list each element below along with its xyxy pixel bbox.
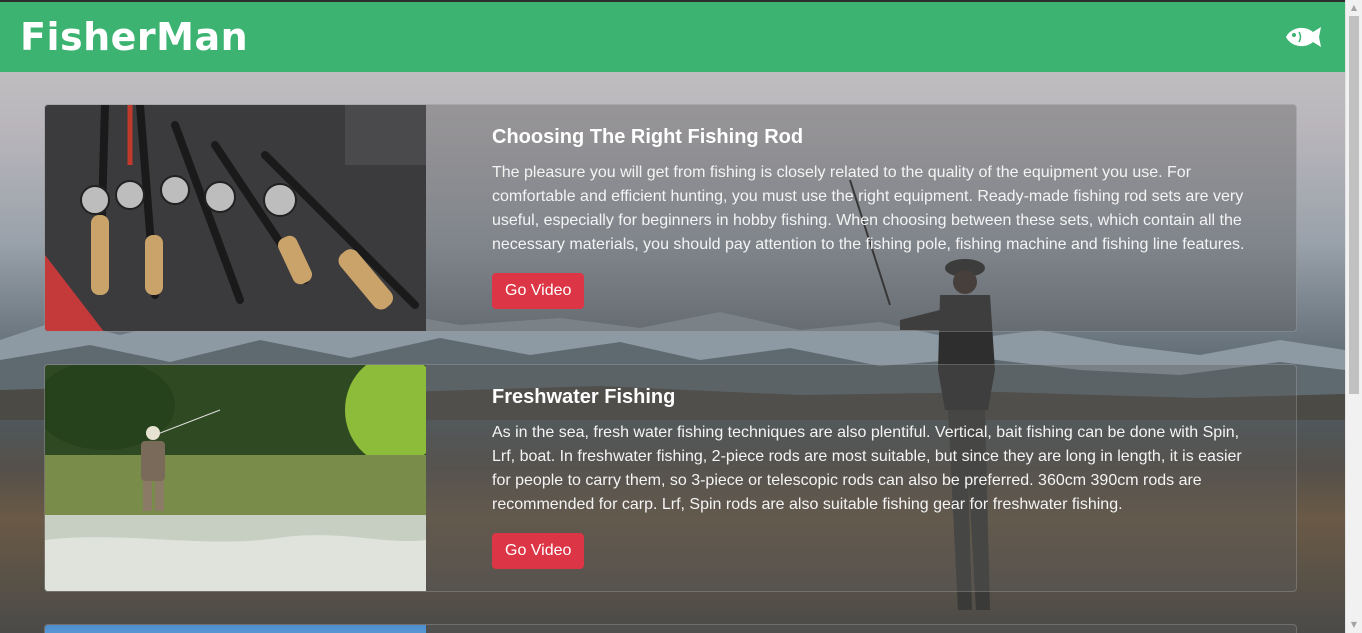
- navbar: FisherMan: [0, 0, 1345, 72]
- card-title: Choosing The Right Fishing Rod: [492, 126, 804, 148]
- brand-logo[interactable]: FisherMan: [20, 15, 248, 59]
- fishing-rods-illustration: [45, 105, 426, 331]
- fish-icon[interactable]: [1283, 24, 1323, 50]
- card-body: Choosing The Right Fishing Rod The pleas…: [426, 105, 1296, 331]
- card-text: The pleasure you will get from fishing i…: [492, 164, 1245, 253]
- scroll-down-arrow-icon[interactable]: ▼: [1346, 617, 1362, 633]
- card-image-partial: [45, 625, 426, 633]
- go-video-button[interactable]: Go Video: [492, 273, 585, 309]
- article-card: [44, 624, 1297, 633]
- page-scrollbar[interactable]: ▲ ▼: [1345, 0, 1362, 633]
- card-body: Freshwater Fishing As in the sea, fresh …: [426, 365, 1296, 591]
- scroll-up-arrow-icon[interactable]: ▲: [1346, 0, 1362, 16]
- card-text: As in the sea, fresh water fishing techn…: [492, 424, 1242, 513]
- fishing-rods-image: [45, 105, 426, 331]
- article-card: Freshwater Fishing As in the sea, fresh …: [44, 364, 1297, 592]
- river-angler-image: [45, 365, 426, 591]
- scrollbar-thumb[interactable]: [1349, 16, 1359, 394]
- go-video-button[interactable]: Go Video: [492, 533, 585, 569]
- card-title: Freshwater Fishing: [492, 386, 676, 408]
- river-angler-illustration: [45, 365, 426, 591]
- article-card: Choosing The Right Fishing Rod The pleas…: [44, 104, 1297, 332]
